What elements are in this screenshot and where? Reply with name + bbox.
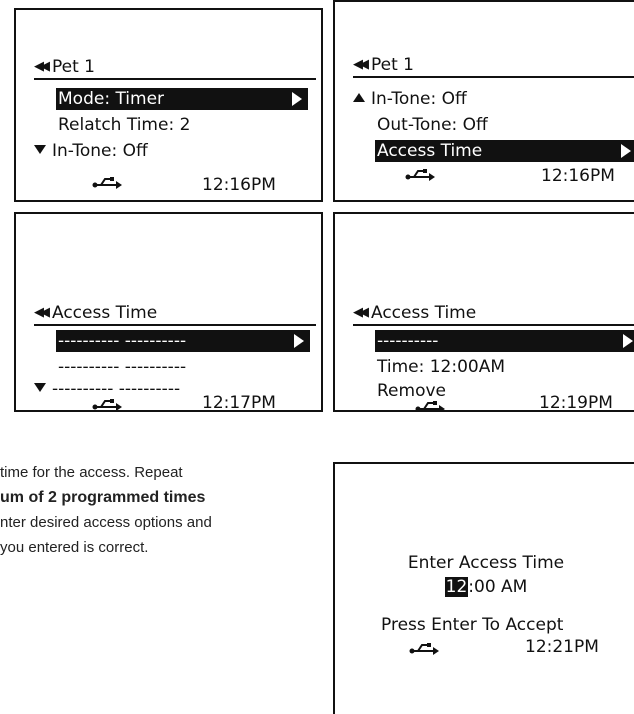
minute-ampm: :00 AM bbox=[468, 577, 528, 597]
instruction-line-2: um of 2 programmed times bbox=[0, 489, 206, 506]
scroll-up-icon bbox=[353, 93, 365, 102]
instruction-text: time for the access. Repeat um of 2 prog… bbox=[0, 460, 320, 560]
press-enter-prompt: Press Enter To Accept bbox=[381, 615, 564, 635]
lcd-screen-pet-mode: ◀◀ Pet 1 Mode: Timer Relatch Time: 2 In-… bbox=[14, 8, 323, 202]
instruction-line-3: nter desired access options and bbox=[0, 514, 212, 531]
scroll-down-icon bbox=[34, 383, 46, 392]
usb-icon bbox=[415, 401, 445, 410]
back-arrow-icon[interactable]: ◀◀ bbox=[353, 302, 369, 324]
usb-icon bbox=[92, 177, 122, 189]
scroll-down-icon bbox=[34, 145, 46, 154]
clock-readout: 12:16PM bbox=[541, 166, 615, 186]
screen-header: ◀◀ Pet 1 bbox=[353, 52, 634, 78]
access-slot-2[interactable]: ---------- ---------- bbox=[58, 356, 186, 378]
screen-header: ◀◀ Pet 1 bbox=[34, 54, 316, 80]
screen-header: ◀◀ Access Time bbox=[353, 300, 634, 326]
instruction-line-1: time for the access. Repeat bbox=[0, 464, 183, 481]
instruction-line-4: you entered is correct. bbox=[0, 539, 149, 556]
menu-item-mode[interactable]: Mode: Timer bbox=[56, 88, 308, 110]
clock-readout: 12:16PM bbox=[202, 175, 276, 195]
menu-item-access-time[interactable]: Access Time bbox=[375, 140, 634, 162]
right-arrow-icon bbox=[294, 334, 304, 348]
menu-item-relatch[interactable]: Relatch Time: 2 bbox=[58, 114, 190, 136]
access-slot-3[interactable]: ---------- ---------- bbox=[34, 378, 180, 400]
lcd-screen-pet-tones: ◀◀ Pet 1 In-Tone: Off Out-Tone: Off Acce… bbox=[333, 0, 634, 202]
menu-item-time[interactable]: Time: 12:00AM bbox=[377, 356, 505, 378]
clock-readout: 12:19PM bbox=[539, 393, 613, 412]
right-arrow-icon bbox=[292, 92, 302, 106]
right-arrow-icon bbox=[621, 144, 631, 158]
back-arrow-icon[interactable]: ◀◀ bbox=[353, 54, 369, 76]
menu-item-in-tone[interactable]: In-Tone: Off bbox=[34, 140, 148, 162]
usb-icon bbox=[92, 399, 122, 410]
enter-time-title: Enter Access Time bbox=[407, 553, 565, 573]
screen-header: ◀◀ Access Time bbox=[34, 300, 316, 326]
hour-field[interactable]: 12 bbox=[444, 577, 469, 597]
menu-item-out-tone[interactable]: Out-Tone: Off bbox=[377, 114, 488, 136]
lcd-screen-access-edit: ◀◀ Access Time ---------- Time: 12:00AM … bbox=[333, 212, 634, 412]
menu-item-in-tone[interactable]: In-Tone: Off bbox=[353, 88, 467, 110]
header-title: Access Time bbox=[371, 303, 477, 323]
clock-readout: 12:21PM bbox=[525, 637, 599, 657]
header-title: Pet 1 bbox=[52, 57, 95, 77]
right-arrow-icon bbox=[623, 334, 633, 348]
access-slot-selected[interactable]: ---------- bbox=[375, 330, 634, 352]
lcd-screen-enter-time: Enter Access Time 12:00 AM Press Enter T… bbox=[333, 462, 634, 714]
back-arrow-icon[interactable]: ◀◀ bbox=[34, 56, 50, 78]
usb-icon bbox=[409, 643, 439, 655]
usb-icon bbox=[405, 169, 435, 181]
menu-item-remove[interactable]: Remove bbox=[377, 380, 446, 402]
time-entry[interactable]: 12:00 AM bbox=[335, 576, 634, 598]
header-title: Pet 1 bbox=[371, 55, 414, 75]
header-title: Access Time bbox=[52, 303, 158, 323]
access-slot-1[interactable]: ---------- ---------- bbox=[56, 330, 310, 352]
clock-readout: 12:17PM bbox=[202, 393, 276, 412]
back-arrow-icon[interactable]: ◀◀ bbox=[34, 302, 50, 324]
lcd-screen-access-list: ◀◀ Access Time ---------- ---------- ---… bbox=[14, 212, 323, 412]
